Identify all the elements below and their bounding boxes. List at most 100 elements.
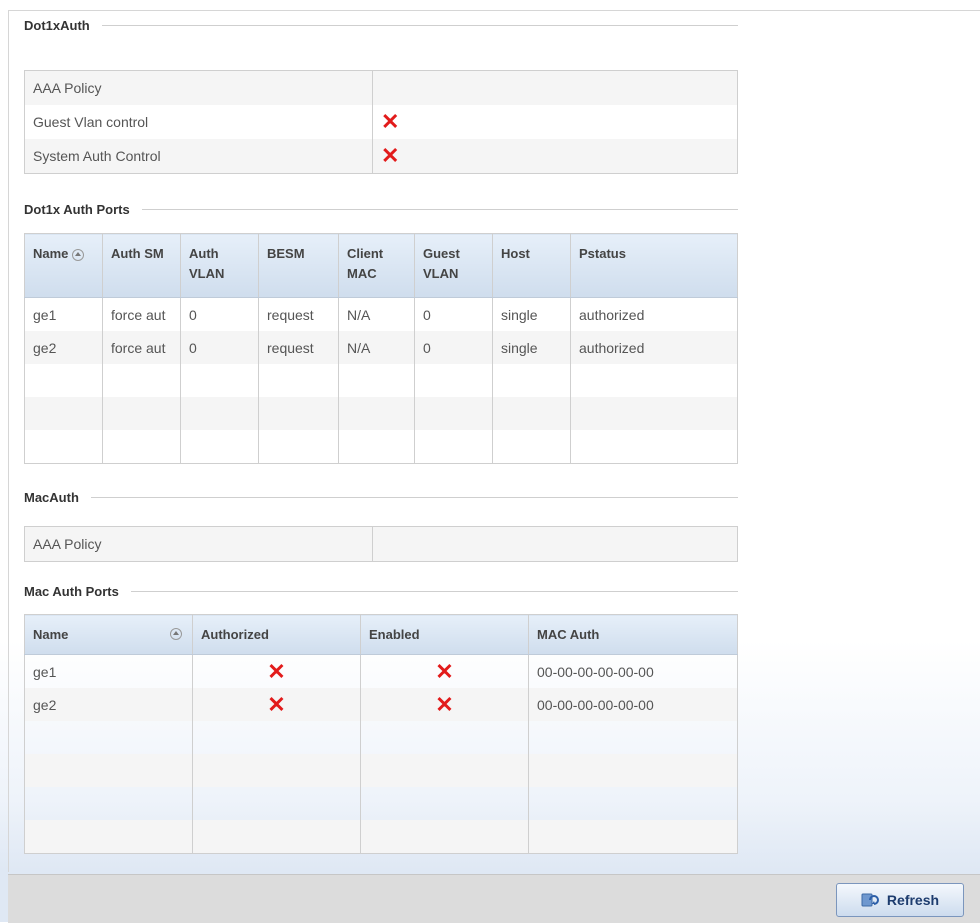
empty-row — [25, 787, 738, 820]
empty-cell — [570, 430, 738, 464]
table-row[interactable]: ge1 force aut 0 request N/A 0 single aut… — [25, 297, 738, 331]
column-header-name[interactable]: Name — [24, 614, 193, 655]
cell-name: ge1 — [33, 306, 57, 323]
column-header-host[interactable]: Host — [492, 233, 571, 298]
empty-cell — [528, 820, 738, 854]
row-label: AAA Policy — [24, 70, 373, 105]
column-header-authorized[interactable]: Authorized — [192, 614, 361, 655]
empty-cell — [360, 721, 529, 754]
cell-guest-vlan: 0 — [414, 331, 493, 364]
cell-auth-sm: force aut — [102, 331, 181, 364]
empty-cell — [24, 397, 103, 430]
empty-row — [25, 721, 738, 754]
header-label: Name — [33, 627, 69, 642]
dot1xauth-row-aaa-policy: AAA Policy — [24, 70, 738, 105]
refresh-icon — [861, 891, 879, 909]
empty-cell — [414, 430, 493, 464]
row-value: ✕ — [372, 139, 738, 174]
empty-cell — [258, 364, 339, 397]
dot1xauth-row-system-auth-control: System Auth Control ✕ — [24, 139, 738, 174]
cell-guest-vlan: 0 — [414, 297, 493, 331]
table-header-row: Name Authorized Enabled MAC Auth — [24, 614, 738, 655]
table-row[interactable]: ge1 ✕ ✕ 00-00-00-00-00-00 — [25, 654, 738, 688]
sort-asc-icon[interactable] — [72, 248, 85, 261]
empty-cell — [192, 820, 361, 854]
empty-cell — [180, 397, 259, 430]
empty-cell — [528, 721, 738, 754]
cell-name: ge2 — [24, 688, 193, 721]
dot1x-auth-ports-table: Name Auth SM Auth VLAN BESM Client MAC G… — [24, 233, 738, 464]
column-header-auth-vlan[interactable]: Auth VLAN — [180, 233, 259, 298]
empty-cell — [414, 364, 493, 397]
cell-host: single — [492, 331, 571, 364]
frame-top-border — [8, 10, 980, 11]
footer-bar: Refresh — [8, 874, 980, 923]
cell-authorized: ✕ — [192, 688, 361, 721]
table-row[interactable]: ge2 ✕ ✕ 00-00-00-00-00-00 — [24, 688, 738, 721]
column-header-enabled[interactable]: Enabled — [360, 614, 529, 655]
x-icon: ✕ — [267, 691, 286, 717]
section-title-text: Dot1x Auth Ports — [24, 201, 130, 217]
column-header-mac-auth[interactable]: MAC Auth — [528, 614, 738, 655]
sort-asc-icon[interactable] — [170, 628, 182, 640]
empty-cell — [192, 754, 361, 787]
frame-left-border — [8, 10, 9, 872]
section-divider — [141, 208, 738, 210]
column-header-besm[interactable]: BESM — [258, 233, 339, 298]
empty-cell — [492, 397, 571, 430]
x-icon: ✕ — [381, 109, 400, 134]
cell-enabled: ✕ — [360, 688, 529, 721]
empty-cell — [570, 397, 738, 430]
empty-cell — [258, 430, 339, 464]
empty-cell — [180, 364, 259, 397]
section-mac-auth-ports-title: Mac Auth Ports — [24, 582, 738, 600]
cell-pstatus: authorized — [570, 297, 738, 331]
empty-cell — [25, 430, 103, 464]
column-header-guest-vlan[interactable]: Guest VLAN — [414, 233, 493, 298]
row-value: ✕ — [372, 105, 738, 139]
cell-besm: request — [258, 331, 339, 364]
cell-name: ge1 — [33, 663, 57, 680]
cell-host: single — [492, 297, 571, 331]
section-title-text: MacAuth — [24, 489, 79, 505]
table-row[interactable]: ge2 force aut 0 request N/A 0 single aut… — [24, 331, 738, 364]
x-icon: ✕ — [381, 143, 400, 168]
row-label: System Auth Control — [24, 139, 373, 174]
cell-besm: request — [258, 297, 339, 331]
column-header-client-mac[interactable]: Client MAC — [338, 233, 415, 298]
macauth-table: AAA Policy — [24, 526, 738, 562]
header-label: Name — [33, 246, 69, 261]
cell-mac-auth: 00-00-00-00-00-00 — [528, 654, 738, 688]
cell-mac-auth: 00-00-00-00-00-00 — [528, 688, 738, 721]
empty-cell — [338, 397, 415, 430]
cell-pstatus: authorized — [570, 331, 738, 364]
cell-authorized: ✕ — [192, 654, 361, 688]
column-header-name[interactable]: Name — [24, 233, 103, 298]
refresh-button[interactable]: Refresh — [836, 883, 964, 917]
mac-auth-ports-table: Name Authorized Enabled MAC Auth ge1 ✕ ✕… — [24, 614, 738, 854]
page: Dot1xAuth AAA Policy Guest Vlan control … — [0, 0, 980, 923]
macauth-row-aaa-policy: AAA Policy — [24, 526, 738, 562]
empty-cell — [414, 397, 493, 430]
empty-cell — [492, 364, 571, 397]
row-label: Guest Vlan control — [33, 114, 149, 130]
x-icon: ✕ — [267, 658, 286, 684]
dot1xauth-row-guest-vlan-control: Guest Vlan control ✕ — [25, 105, 738, 139]
section-divider — [101, 24, 738, 26]
empty-cell — [528, 754, 738, 787]
empty-row — [25, 364, 738, 397]
x-icon: ✕ — [435, 691, 454, 717]
cell-auth-vlan: 0 — [180, 331, 259, 364]
empty-row — [25, 430, 738, 464]
column-header-auth-sm[interactable]: Auth SM — [102, 233, 181, 298]
empty-cell — [102, 397, 181, 430]
empty-cell — [360, 787, 529, 820]
empty-cell — [570, 364, 738, 397]
empty-cell — [102, 430, 181, 464]
cell-auth-vlan: 0 — [180, 297, 259, 331]
column-header-pstatus[interactable]: Pstatus — [570, 233, 738, 298]
empty-cell — [102, 364, 181, 397]
section-title-text: Mac Auth Ports — [24, 583, 119, 599]
empty-cell — [192, 721, 361, 754]
empty-cell — [360, 754, 529, 787]
